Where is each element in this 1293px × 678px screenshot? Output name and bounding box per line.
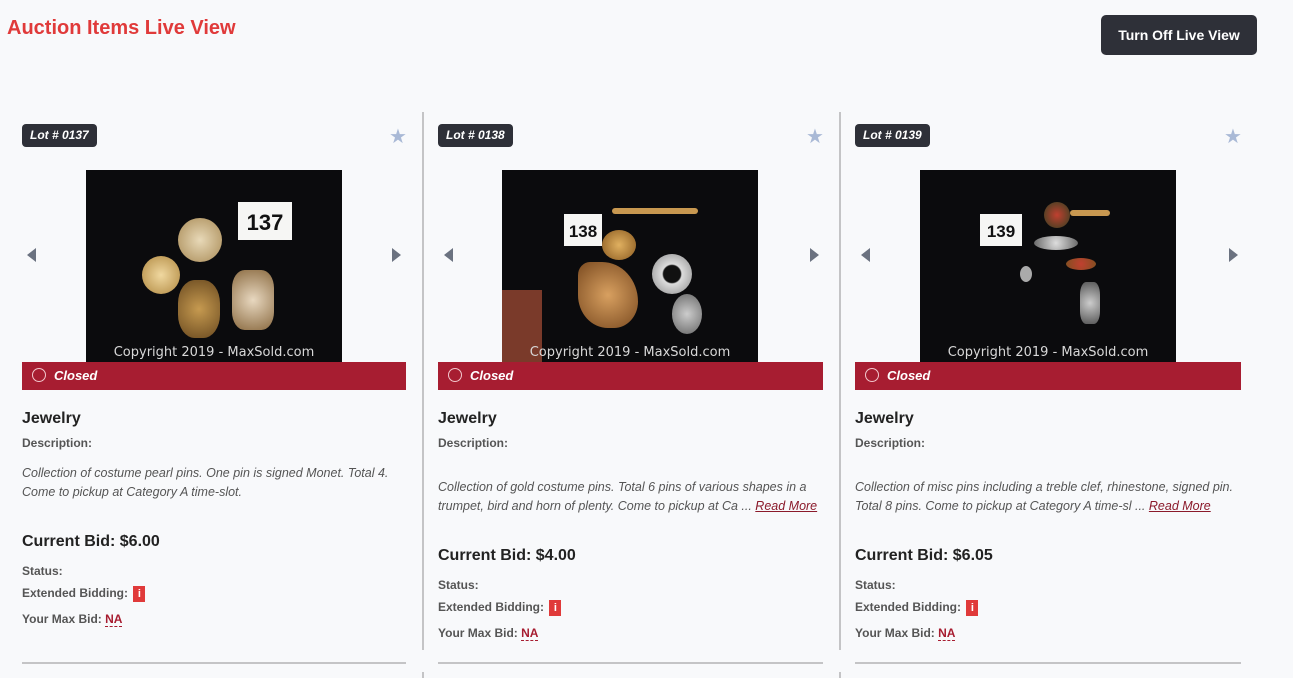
current-bid: Current Bid: $6.00 bbox=[22, 533, 160, 550]
bar-pin bbox=[1070, 210, 1110, 216]
trumpet-pin bbox=[612, 208, 698, 214]
copyright-watermark: Copyright 2019 - MaxSold.com bbox=[113, 345, 315, 360]
max-bid-label: Your Max Bid: bbox=[438, 626, 518, 640]
info-icon[interactable]: i bbox=[549, 600, 562, 616]
current-bid: Current Bid: $4.00 bbox=[438, 547, 576, 564]
description-label: Description: bbox=[855, 436, 926, 450]
max-bid-label: Your Max Bid: bbox=[855, 626, 935, 640]
signed-pin bbox=[1080, 282, 1100, 324]
read-more-link[interactable]: Read More bbox=[1149, 499, 1211, 513]
max-bid-value[interactable]: NA bbox=[938, 626, 956, 641]
max-bid-value[interactable]: NA bbox=[521, 626, 539, 641]
card-divider bbox=[438, 662, 823, 664]
lot-photo[interactable]: 139 Copyright 2019 - MaxSold.com bbox=[920, 170, 1176, 362]
max-bid-row: Your Max Bid: NA bbox=[438, 626, 539, 641]
alarm-clock-icon bbox=[32, 368, 46, 382]
favorite-star-icon[interactable]: ★ bbox=[806, 124, 824, 149]
drop-pin bbox=[232, 270, 274, 330]
page-title: Auction Items Live View bbox=[7, 17, 236, 39]
mosaic-pin bbox=[1044, 202, 1070, 228]
oval-pin bbox=[1066, 258, 1096, 270]
bird-pin bbox=[672, 294, 702, 334]
prev-image-arrow-icon[interactable] bbox=[27, 248, 36, 262]
favorite-star-icon[interactable]: ★ bbox=[389, 124, 407, 149]
lot-card: Lot # 0138 ★ 138 Copyright 2019 - MaxSol… bbox=[422, 112, 840, 650]
description-label: Description: bbox=[438, 436, 509, 450]
extended-bidding-row: Extended Bidding: i bbox=[22, 586, 146, 602]
lot-photo[interactable]: 137 Copyright 2019 - MaxSold.com bbox=[86, 170, 342, 362]
description-text: Collection of misc pins including a treb… bbox=[855, 478, 1235, 516]
closed-status-bar: Closed bbox=[855, 362, 1241, 390]
closed-status-bar: Closed bbox=[22, 362, 406, 390]
description-label: Description: bbox=[22, 436, 93, 450]
card-divider bbox=[22, 662, 406, 664]
extended-bidding-label: Extended Bidding: bbox=[855, 600, 961, 614]
lot-photo[interactable]: 138 Copyright 2019 - MaxSold.com bbox=[502, 170, 758, 362]
lot-number-badge: Lot # 0138 bbox=[438, 124, 513, 147]
next-image-arrow-icon[interactable] bbox=[1229, 248, 1238, 262]
alarm-clock-icon bbox=[448, 368, 462, 382]
lot-number-badge: Lot # 0139 bbox=[855, 124, 930, 147]
extended-bidding-row: Extended Bidding: i bbox=[438, 600, 562, 616]
next-image-arrow-icon[interactable] bbox=[810, 248, 819, 262]
description-text: Collection of gold costume pins. Total 6… bbox=[438, 478, 830, 516]
description-body: Collection of costume pearl pins. One pi… bbox=[22, 466, 389, 499]
info-icon[interactable]: i bbox=[133, 586, 146, 602]
status-label: Status: bbox=[22, 564, 63, 578]
rhinestone-pin bbox=[1034, 236, 1078, 250]
max-bid-value[interactable]: NA bbox=[105, 612, 123, 627]
closed-label: Closed bbox=[887, 368, 931, 383]
gold-pin bbox=[142, 256, 180, 294]
lot-number-badge: Lot # 0137 bbox=[22, 124, 97, 147]
lot-card: Lot # 0139 ★ 139 Copyright 2019 - MaxSol… bbox=[839, 112, 1257, 650]
extended-bidding-label: Extended Bidding: bbox=[438, 600, 544, 614]
column-divider bbox=[422, 672, 424, 678]
alarm-clock-icon bbox=[865, 368, 879, 382]
turn-off-live-view-button[interactable]: Turn Off Live View bbox=[1101, 15, 1257, 55]
lot-tag: 138 bbox=[564, 214, 602, 246]
horn-pin bbox=[578, 262, 638, 328]
status-label: Status: bbox=[438, 578, 479, 592]
closed-label: Closed bbox=[470, 368, 514, 383]
read-more-link[interactable]: Read More bbox=[755, 499, 817, 513]
info-icon[interactable]: i bbox=[966, 600, 979, 616]
card-divider bbox=[855, 662, 1241, 664]
extended-bidding-row: Extended Bidding: i bbox=[855, 600, 979, 616]
column-divider bbox=[839, 672, 841, 678]
lot-title: Jewelry bbox=[22, 410, 81, 427]
max-bid-label: Your Max Bid: bbox=[22, 612, 102, 626]
max-bid-row: Your Max Bid: NA bbox=[855, 626, 956, 641]
prev-image-arrow-icon[interactable] bbox=[444, 248, 453, 262]
lot-tag: 139 bbox=[980, 214, 1022, 246]
closed-label: Closed bbox=[54, 368, 98, 383]
next-image-arrow-icon[interactable] bbox=[392, 248, 401, 262]
treble-clef-pin bbox=[1020, 266, 1032, 282]
max-bid-row: Your Max Bid: NA bbox=[22, 612, 123, 627]
current-bid: Current Bid: $6.05 bbox=[855, 547, 993, 564]
closed-status-bar: Closed bbox=[438, 362, 823, 390]
shell-pin bbox=[602, 230, 636, 260]
favorite-star-icon[interactable]: ★ bbox=[1224, 124, 1242, 149]
lot-title: Jewelry bbox=[855, 410, 914, 427]
description-body: Collection of gold costume pins. Total 6… bbox=[438, 480, 807, 513]
lot-title: Jewelry bbox=[438, 410, 497, 427]
lot-tag: 137 bbox=[238, 202, 292, 240]
knot-pin bbox=[652, 254, 692, 294]
copyright-watermark: Copyright 2019 - MaxSold.com bbox=[947, 345, 1149, 360]
copyright-watermark: Copyright 2019 - MaxSold.com bbox=[529, 345, 731, 360]
pearl-pin bbox=[178, 218, 222, 262]
filigree-pin bbox=[178, 280, 220, 338]
extended-bidding-label: Extended Bidding: bbox=[22, 586, 128, 600]
lot-card: Lot # 0137 ★ 137 Copyright 2019 - MaxSol… bbox=[0, 112, 416, 650]
description-text: Collection of costume pearl pins. One pi… bbox=[22, 464, 412, 502]
status-label: Status: bbox=[855, 578, 896, 592]
prev-image-arrow-icon[interactable] bbox=[861, 248, 870, 262]
